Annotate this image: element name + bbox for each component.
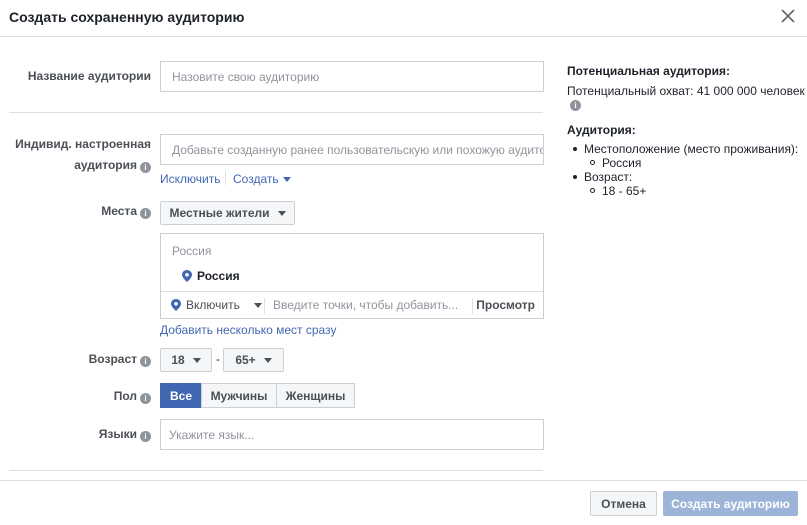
locations-type-dropdown[interactable]: Местные жители — [160, 201, 295, 225]
dialog-header: Создать сохраненную аудиторию — [0, 0, 807, 37]
gender-women-button[interactable]: Женщины — [276, 383, 355, 408]
info-icon[interactable]: i — [140, 208, 151, 219]
location-summary-value: Россия — [602, 156, 642, 170]
location-pin-icon — [171, 299, 181, 311]
exclude-link[interactable]: Исключить — [160, 172, 220, 186]
potential-reach-text: Потенциальный охват: 41 000 000 человек — [567, 84, 805, 98]
section-divider — [9, 470, 543, 471]
create-dropdown-link[interactable]: Создать — [233, 172, 291, 186]
list-bullet — [573, 147, 577, 151]
chevron-down-icon — [192, 357, 201, 363]
age-summary-label: Возраст: — [584, 170, 633, 184]
gender-men-button[interactable]: Мужчины — [201, 383, 277, 408]
add-multiple-locations-link[interactable]: Добавить несколько мест сразу — [160, 323, 336, 337]
info-icon[interactable]: i — [140, 356, 151, 367]
gender-all-button[interactable]: Все — [160, 383, 202, 408]
age-summary-value: 18 - 65+ — [602, 184, 647, 198]
age-max-dropdown[interactable]: 65+ — [223, 348, 284, 372]
create-audience-button[interactable]: Создать аудиторию — [663, 491, 798, 516]
selected-location: Россия — [182, 269, 240, 283]
row-separator — [264, 298, 265, 314]
location-summary-label: Местоположение (место проживания): — [584, 142, 799, 156]
locations-search-text: Россия — [172, 244, 212, 258]
list-bullet — [590, 188, 595, 193]
custom-audience-label: Индивид. настроенная — [15, 137, 151, 151]
audience-heading: Аудитория: — [567, 123, 636, 137]
section-divider — [9, 112, 543, 113]
chevron-down-icon — [253, 302, 262, 308]
info-icon[interactable]: i — [140, 393, 151, 404]
custom-audience-placeholder: Добавьте созданную ранее пользовательску… — [172, 142, 544, 157]
locations-box: Россия Россия Включить Введите точки, чт… — [160, 233, 544, 319]
include-dropdown[interactable]: Включить — [171, 298, 262, 312]
info-icon[interactable]: i — [570, 100, 581, 111]
close-icon[interactable] — [781, 9, 797, 25]
row-separator — [472, 298, 473, 314]
audience-name-label: Название аудитории — [27, 69, 151, 83]
age-label: Возраст i — [89, 352, 151, 367]
potential-audience-heading: Потенциальная аудитория: — [567, 64, 730, 78]
age-separator: - — [216, 352, 220, 366]
chevron-down-icon — [263, 357, 272, 363]
link-separator — [225, 171, 226, 185]
gender-label: Пол i — [114, 389, 151, 404]
locations-input-row: Включить Введите точки, чтобы добавить..… — [161, 291, 543, 319]
custom-audience-input[interactable]: Добавьте созданную ранее пользовательску… — [160, 134, 544, 165]
audience-name-input[interactable]: Назовите свою аудиторию — [160, 61, 544, 92]
dialog-title: Создать сохраненную аудиторию — [9, 9, 245, 25]
info-icon[interactable]: i — [140, 431, 151, 442]
location-input[interactable]: Введите точки, чтобы добавить... — [273, 298, 458, 312]
info-icon[interactable]: i — [140, 162, 151, 173]
location-pin-icon — [182, 270, 192, 282]
languages-placeholder: Укажите язык... — [169, 427, 255, 442]
browse-button[interactable]: Просмотр — [476, 298, 535, 312]
cancel-button[interactable]: Отмена — [590, 491, 657, 516]
list-bullet — [573, 175, 577, 179]
list-bullet — [590, 160, 595, 165]
locations-label: Места i — [101, 204, 151, 219]
audience-name-placeholder: Назовите свою аудиторию — [172, 69, 320, 84]
age-min-dropdown[interactable]: 18 — [160, 348, 212, 372]
chevron-down-icon — [282, 177, 291, 182]
custom-audience-label-line2: аудитория i — [74, 158, 151, 173]
languages-label: Языки i — [99, 427, 151, 442]
chevron-down-icon — [277, 210, 286, 216]
languages-input[interactable]: Укажите язык... — [160, 419, 544, 450]
